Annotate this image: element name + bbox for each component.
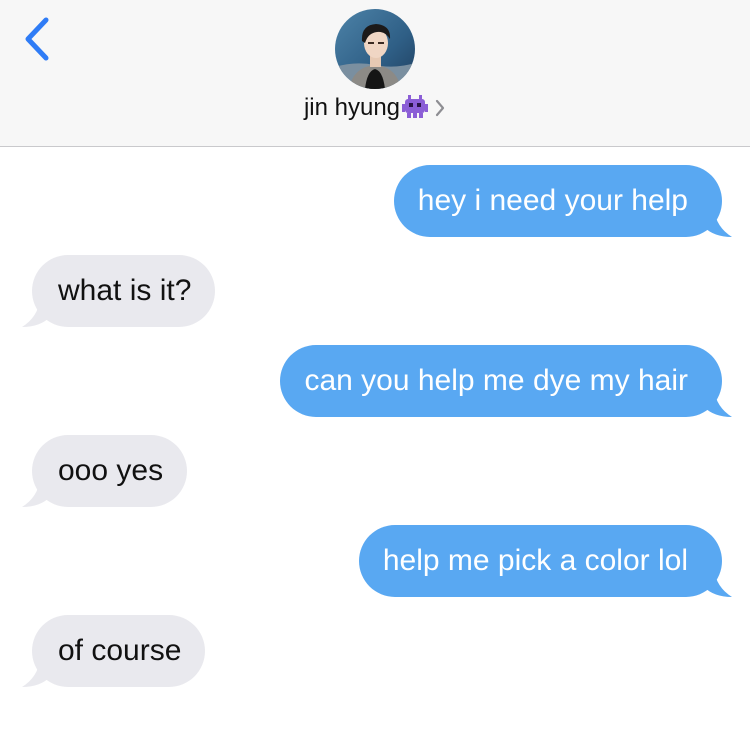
bubble-tail — [704, 569, 732, 597]
contact-avatar[interactable] — [335, 9, 415, 89]
message-text: can you help me dye my hair — [304, 364, 688, 397]
conversation-header: jin hyung — [0, 0, 750, 147]
message-bubble-incoming[interactable]: of course — [22, 615, 206, 687]
message-text: hey i need your help — [417, 184, 688, 217]
message-bubble-outgoing[interactable]: hey i need your help — [393, 165, 732, 237]
contact-name-row[interactable]: jin hyung — [0, 94, 750, 126]
chevron-right-icon — [434, 96, 446, 124]
messages-screen: jin hyung hey i need your help what is i… — [0, 0, 750, 749]
bubble-tail — [704, 389, 732, 417]
bubble-tail — [22, 299, 50, 327]
message-text: ooo yes — [58, 454, 164, 487]
message-thread: hey i need your help what is it? can you… — [0, 147, 750, 749]
alien-monster-icon — [402, 95, 429, 126]
avatar-photo — [335, 9, 415, 89]
contact-name: jin hyung — [303, 94, 401, 121]
message-text: help me pick a color lol — [382, 544, 688, 577]
bubble-tail — [22, 479, 50, 507]
message-bubble-incoming[interactable]: ooo yes — [22, 435, 188, 507]
message-text: what is it? — [58, 274, 192, 307]
bubble-tail — [704, 209, 732, 237]
bubble-tail — [22, 659, 50, 687]
message-text: of course — [58, 634, 182, 667]
message-bubble-outgoing[interactable]: help me pick a color lol — [358, 525, 732, 597]
chevron-left-icon — [25, 17, 49, 61]
message-bubble-outgoing[interactable]: can you help me dye my hair — [280, 345, 732, 417]
message-bubble-incoming[interactable]: what is it? — [22, 255, 216, 327]
back-button[interactable] — [16, 16, 60, 66]
